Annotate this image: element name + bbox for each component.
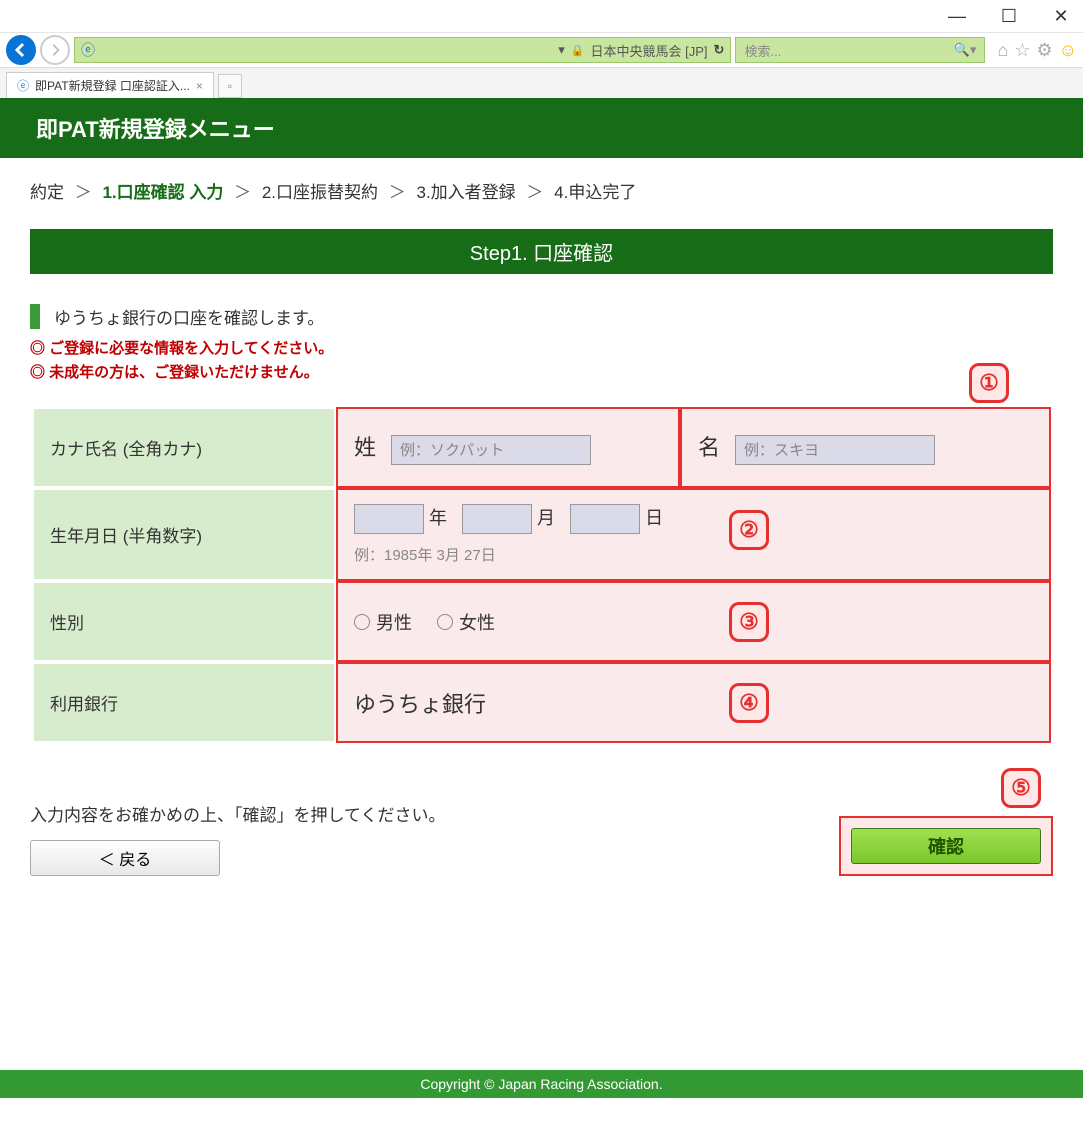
new-tab-button[interactable]: ▫ bbox=[218, 74, 242, 98]
maximize-button[interactable]: ☐ bbox=[997, 6, 1021, 27]
copyright-text: Copyright © Japan Racing Association. bbox=[420, 1076, 662, 1092]
browser-toolbar: ⓔ ▾ 🔒 日本中央競馬会 [JP] ↻ 検索... 🔍 ▾ ⌂ ☆ ⚙ ☺ bbox=[0, 32, 1083, 68]
callout-3: ③ bbox=[729, 602, 769, 642]
callout-1: ① bbox=[969, 363, 1009, 403]
page-title: 即PAT新規登録メニュー bbox=[36, 117, 275, 142]
confirm-note: 入力内容をお確かめの上、「確認」を押してください。 bbox=[30, 801, 445, 826]
form-table: カナ氏名 (全角カナ) 姓 例：ソクパット 名 例：スキヨ ① 生年月日 (半角… bbox=[30, 405, 1053, 745]
arrow-right-icon bbox=[48, 43, 62, 57]
label-sex: 性別 bbox=[34, 583, 334, 660]
bank-value: ゆうちょ銀行 bbox=[354, 687, 734, 719]
breadcrumb: 約定 ＞ 1.口座確認 入力 ＞ 2.口座振替契約 ＞ 3.加入者登録 ＞ 4.… bbox=[30, 178, 1053, 203]
cell-sei: 姓 例：ソクパット bbox=[338, 409, 678, 486]
dropdown-icon[interactable]: ▾ bbox=[558, 42, 565, 58]
radio-female[interactable]: 女性 bbox=[437, 609, 495, 635]
search-icon[interactable]: 🔍 bbox=[954, 42, 970, 58]
step-title-bar: Step1. 口座確認 bbox=[30, 229, 1053, 274]
lock-icon: 🔒 bbox=[571, 44, 585, 57]
day-label: 日 bbox=[645, 508, 663, 528]
day-input[interactable] bbox=[570, 504, 640, 534]
toolbar-icons: ⌂ ☆ ⚙ ☺ bbox=[997, 40, 1077, 61]
month-label: 月 bbox=[537, 508, 555, 528]
close-window-button[interactable]: ✕ bbox=[1049, 6, 1073, 27]
tab-bar: ⓔ 即PAT新規登録 口座認証入... × ▫ bbox=[0, 68, 1083, 98]
window-titlebar: — ☐ ✕ bbox=[0, 0, 1083, 32]
site-identity-label: 日本中央競馬会 [JP] bbox=[591, 41, 708, 60]
minimize-button[interactable]: — bbox=[945, 6, 969, 27]
forward-button[interactable] bbox=[40, 35, 70, 65]
callout-4: ④ bbox=[729, 683, 769, 723]
alert-line-1: ◎ ご登録に必要な情報を入力してください。 bbox=[30, 337, 1053, 361]
tab-active[interactable]: ⓔ 即PAT新規登録 口座認証入... × bbox=[6, 72, 214, 98]
radio-circle-icon bbox=[354, 614, 370, 630]
settings-icon[interactable]: ⚙ bbox=[1036, 40, 1052, 61]
year-input[interactable] bbox=[354, 504, 424, 534]
mei-input[interactable]: 例：スキヨ bbox=[735, 435, 935, 465]
tab-favicon-icon: ⓔ bbox=[17, 77, 29, 94]
alert-line-2: ◎ 未成年の方は、ご登録いただけません。 bbox=[30, 361, 1053, 385]
mei-label: 名 bbox=[698, 435, 720, 460]
ie-icon: ⓔ bbox=[81, 40, 95, 60]
home-icon[interactable]: ⌂ bbox=[997, 40, 1008, 61]
address-bar[interactable]: ⓔ ▾ 🔒 日本中央競馬会 [JP] ↻ bbox=[74, 37, 731, 63]
feedback-icon[interactable]: ☺ bbox=[1059, 40, 1077, 61]
page-header: 即PAT新規登録メニュー bbox=[0, 98, 1083, 158]
radio-male[interactable]: 男性 bbox=[354, 609, 412, 635]
favorites-icon[interactable]: ☆ bbox=[1014, 40, 1030, 61]
page-content: 即PAT新規登録メニュー 約定 ＞ 1.口座確認 入力 ＞ 2.口座振替契約 ＞… bbox=[0, 98, 1083, 1098]
cell-bank: ゆうちょ銀行 ④ bbox=[338, 664, 1049, 741]
crumb-step3: 3.加入者登録 bbox=[417, 183, 516, 202]
search-dropdown-icon[interactable]: ▾ bbox=[970, 42, 977, 58]
page-footer: Copyright © Japan Racing Association. bbox=[0, 1070, 1083, 1098]
dob-hint: 例：1985年 3月 27日 bbox=[354, 544, 734, 565]
label-dob: 生年月日 (半角数字) bbox=[34, 490, 334, 579]
cell-sex: 男性 女性 ③ bbox=[338, 583, 1049, 660]
year-label: 年 bbox=[429, 508, 447, 528]
callout-2: ② bbox=[729, 510, 769, 550]
cell-dob: 年 月 日 例：1985年 3月 27日 ② bbox=[338, 490, 1049, 579]
tab-close-icon[interactable]: × bbox=[196, 79, 203, 93]
cell-mei: 名 例：スキヨ ① bbox=[682, 409, 1049, 486]
main-content: 約定 ＞ 1.口座確認 入力 ＞ 2.口座振替契約 ＞ 3.加入者登録 ＞ 4.… bbox=[0, 158, 1083, 1070]
callout-5: ⑤ bbox=[1001, 768, 1041, 808]
radio-circle-icon bbox=[437, 614, 453, 630]
refresh-icon[interactable]: ↻ bbox=[714, 42, 725, 58]
alert-block: ◎ ご登録に必要な情報を入力してください。 ◎ 未成年の方は、ご登録いただけませ… bbox=[30, 337, 1053, 385]
back-button[interactable] bbox=[6, 35, 36, 65]
search-placeholder: 検索... bbox=[744, 41, 781, 60]
confirm-button[interactable]: 確認 bbox=[851, 828, 1041, 864]
crumb-yakujo: 約定 bbox=[30, 183, 64, 202]
arrow-left-icon bbox=[13, 42, 29, 58]
sei-label: 姓 bbox=[354, 435, 376, 460]
back-page-button[interactable]: ＜ 戻る bbox=[30, 840, 220, 876]
label-bank: 利用銀行 bbox=[34, 664, 334, 741]
step-title: Step1. 口座確認 bbox=[470, 243, 613, 265]
browser-window: — ☐ ✕ ⓔ ▾ 🔒 日本中央競馬会 [JP] ↻ 検索... 🔍 ▾ ⌂ ☆… bbox=[0, 0, 1083, 1098]
crumb-step1: 1.口座確認 入力 bbox=[102, 183, 223, 202]
label-kana-name: カナ氏名 (全角カナ) bbox=[34, 409, 334, 486]
search-bar[interactable]: 検索... 🔍 ▾ bbox=[735, 37, 985, 63]
confirm-button-highlight: ⑤ 確認 bbox=[839, 816, 1053, 876]
month-input[interactable] bbox=[462, 504, 532, 534]
button-row: 入力内容をお確かめの上、「確認」を押してください。 ＜ 戻る ⑤ 確認 bbox=[30, 801, 1053, 876]
sei-input[interactable]: 例：ソクパット bbox=[391, 435, 591, 465]
lead-text: ゆうちょ銀行の口座を確認します。 bbox=[30, 304, 1053, 329]
crumb-step4: 4.申込完了 bbox=[554, 183, 636, 202]
tab-title: 即PAT新規登録 口座認証入... bbox=[35, 77, 190, 94]
crumb-step2: 2.口座振替契約 bbox=[262, 183, 378, 202]
